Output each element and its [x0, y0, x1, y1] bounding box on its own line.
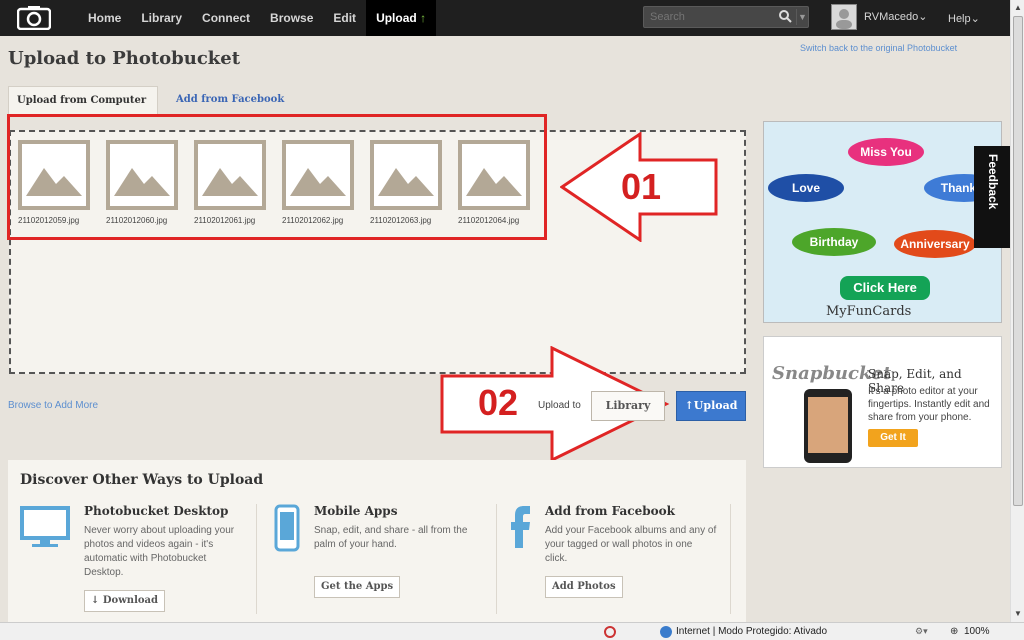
nav-edit[interactable]: Edit: [323, 0, 366, 36]
browser-status-bar: Internet | Modo Protegido: Ativado ⚙▾ ⊕ …: [0, 622, 1024, 640]
vertical-scrollbar[interactable]: ▲ ▼: [1010, 0, 1024, 622]
column-divider: [496, 504, 497, 614]
get-the-apps-button[interactable]: Get the Apps: [314, 576, 401, 598]
annotation-label-02: 02: [478, 382, 519, 423]
myfuncards-ad[interactable]: Miss You Love Thank Y Birthday Anniversa…: [763, 121, 1002, 323]
scroll-down-icon[interactable]: ▼: [1012, 607, 1024, 621]
help-menu[interactable]: Help⌄: [948, 12, 980, 25]
nav-browse[interactable]: Browse: [260, 0, 323, 36]
security-zone-text: Internet | Modo Protegido: Ativado: [676, 626, 828, 637]
desktop-description: Never worry about uploading your photos …: [84, 525, 235, 578]
upload-button[interactable]: ↑Upload: [676, 391, 746, 421]
main-nav: Home Library Connect Browse Edit Upload …: [78, 0, 437, 36]
search-input[interactable]: [644, 7, 774, 27]
mobile-apps-column: Mobile Apps Snap, edit, and share - all …: [314, 504, 486, 552]
nav-upload[interactable]: Upload ↑: [366, 0, 437, 36]
username-label: RVMacedo: [864, 11, 919, 23]
help-label: Help: [948, 13, 971, 25]
zoom-icon[interactable]: ⊕: [950, 626, 962, 638]
user-menu[interactable]: RVMacedo⌄: [864, 10, 927, 23]
desktop-title: Photobucket Desktop: [84, 504, 229, 518]
nav-upload-label: Upload: [376, 11, 417, 25]
nav-connect[interactable]: Connect: [192, 0, 260, 36]
facebook-column: Add from Facebook Add your Facebook albu…: [545, 504, 717, 566]
annotation-highlight-box: [7, 114, 547, 240]
chevron-down-icon: ⌄: [970, 13, 980, 25]
snapbucket-ad[interactable]: Snapbucket Snap, Edit, and Share It's a …: [763, 336, 1002, 468]
tab-add-from-facebook[interactable]: Add from Facebook: [168, 86, 292, 114]
nav-home[interactable]: Home: [78, 0, 131, 36]
facebook-icon: [511, 506, 530, 548]
search-box: ▼: [643, 6, 809, 28]
bubble-miss-you: Miss You: [848, 138, 924, 166]
bubble-love: Love: [768, 174, 844, 202]
column-divider: [730, 504, 731, 614]
upload-to-label: Upload to: [538, 400, 581, 411]
top-navigation-bar: Home Library Connect Browse Edit Upload …: [0, 0, 1010, 36]
monitor-icon: [20, 506, 70, 547]
column-divider: [256, 504, 257, 614]
facebook-description: Add your Facebook albums and any of your…: [545, 525, 717, 564]
nav-library[interactable]: Library: [131, 0, 192, 36]
scroll-up-icon[interactable]: ▲: [1012, 1, 1024, 15]
discover-section: Discover Other Ways to Upload Photobucke…: [8, 460, 746, 622]
click-here-button[interactable]: Click Here: [840, 276, 930, 300]
search-dropdown-chevron-icon[interactable]: ▼: [796, 9, 808, 25]
globe-icon: [660, 626, 672, 638]
bubble-anniversary: Anniversary: [894, 230, 976, 258]
myfuncards-brand: MyFunCards: [826, 304, 912, 319]
search-icon[interactable]: [778, 9, 794, 25]
phone-icon: [274, 504, 300, 552]
download-button[interactable]: ↓ Download: [84, 590, 166, 612]
desktop-column: Photobucket Desktop Never worry about up…: [84, 504, 240, 580]
page-title: Upload to Photobucket: [8, 48, 241, 69]
avatar[interactable]: [831, 4, 857, 30]
add-photos-button[interactable]: Add Photos: [545, 576, 623, 598]
snap-description: It's a photo editor at your fingertips. …: [868, 386, 990, 423]
tab-upload-from-computer[interactable]: Upload from Computer: [8, 86, 158, 114]
feedback-tab[interactable]: Feedback: [974, 146, 1010, 248]
facebook-title: Add from Facebook: [545, 504, 675, 518]
chevron-down-icon: ⌄: [918, 11, 928, 23]
mobile-apps-description: Snap, edit, and share - all from the pal…: [314, 525, 468, 550]
feedback-label: Feedback: [986, 154, 1000, 210]
bubble-birthday: Birthday: [792, 228, 876, 256]
annotation-label-01: 01: [621, 166, 662, 207]
settings-icon[interactable]: ⚙▾: [915, 626, 933, 638]
library-select-button[interactable]: Library: [591, 391, 665, 421]
scroll-thumb[interactable]: [1013, 16, 1023, 506]
discover-title: Discover Other Ways to Upload: [20, 472, 264, 488]
blocked-icon: [604, 626, 616, 638]
phone-image-icon: [804, 389, 852, 463]
mobile-apps-title: Mobile Apps: [314, 504, 398, 518]
get-it-button[interactable]: Get It: [868, 429, 918, 447]
browse-to-add-more-link[interactable]: Browse to Add More: [8, 400, 98, 411]
switch-back-link[interactable]: Switch back to the original Photobucket: [800, 43, 957, 53]
photobucket-logo-icon[interactable]: [10, 0, 58, 36]
zoom-level[interactable]: 100%: [964, 626, 990, 637]
upload-arrow-icon: ↑: [420, 11, 427, 25]
